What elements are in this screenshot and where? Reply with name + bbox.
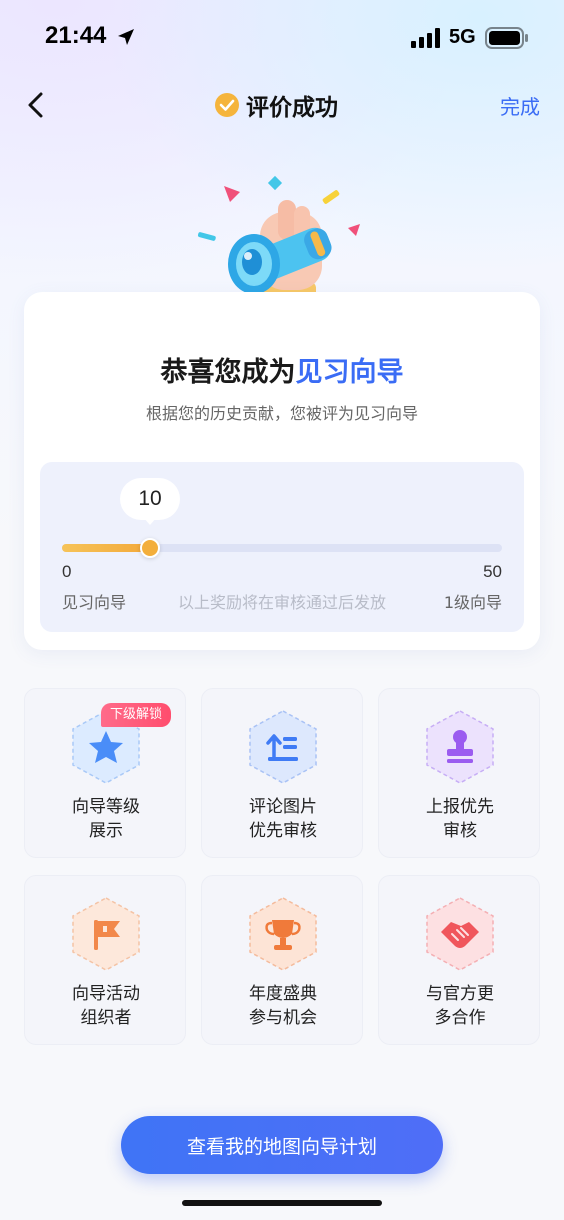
progress-panel: 10 0 50 见习向导 以上奖励将在审核通过后发放 1级向导 xyxy=(40,462,524,632)
result-card: 恭喜您成为见习向导 根据您的历史贡献，您被评为见习向导 10 0 50 见习向导… xyxy=(24,292,540,650)
headline: 恭喜您成为见习向导 xyxy=(24,350,540,389)
done-button[interactable]: 完成 xyxy=(500,91,540,120)
page-title: 评价成功 xyxy=(246,95,338,121)
view-guide-plan-button[interactable]: 查看我的地图向导计划 xyxy=(121,1116,443,1174)
privilege-tile-image-review[interactable]: 评论图片 优先审核 xyxy=(201,688,363,858)
headline-prefix: 恭喜您成为 xyxy=(160,357,296,388)
trophy-icon xyxy=(249,897,317,971)
min-value: 0 xyxy=(62,562,72,581)
headline-level: 见习向导 xyxy=(295,357,404,388)
progress-track xyxy=(62,538,502,558)
flag-icon xyxy=(72,897,140,971)
signal-icon xyxy=(411,28,440,48)
privilege-label: 上报优先 审核 xyxy=(426,797,494,841)
subline: 根据您的历史贡献，您被评为见习向导 xyxy=(145,404,418,423)
check-circle-icon xyxy=(215,93,239,117)
unlock-badge: 下级解锁 xyxy=(101,703,172,727)
priority-up-icon xyxy=(249,710,317,784)
home-indicator xyxy=(182,1200,382,1206)
privilege-label: 向导活动 组织者 xyxy=(72,984,140,1028)
privilege-label: 年度盛典 参与机会 xyxy=(249,984,317,1028)
back-arrow-icon[interactable] xyxy=(22,90,52,120)
privilege-tile-level-display[interactable]: 下级解锁 向导等级 展示 xyxy=(24,688,186,858)
max-value: 50 xyxy=(483,562,502,581)
location-arrow-icon xyxy=(118,29,134,45)
nav-bar: 评价成功 完成 xyxy=(0,80,564,130)
progress-fill xyxy=(62,544,150,552)
current-value-bubble: 10 xyxy=(120,478,180,520)
privilege-tile-report-review[interactable]: 上报优先 审核 xyxy=(378,688,540,858)
title-group: 评价成功 xyxy=(214,88,338,122)
handshake-icon xyxy=(426,897,494,971)
privilege-tile-activity-organizer[interactable]: 向导活动 组织者 xyxy=(24,875,186,1045)
privilege-tile-annual-gala[interactable]: 年度盛典 参与机会 xyxy=(201,875,363,1045)
progress-knob[interactable] xyxy=(140,538,160,558)
privilege-label: 与官方更 多合作 xyxy=(426,984,494,1028)
network-type: 5G xyxy=(449,26,476,48)
privilege-label: 评论图片 优先审核 xyxy=(249,797,317,841)
status-bar: 21:44 5G xyxy=(0,0,564,76)
status-time: 21:44 xyxy=(45,22,107,49)
bubble-pointer xyxy=(143,517,157,525)
stamp-icon xyxy=(426,710,494,784)
battery-icon xyxy=(485,27,528,49)
max-level-label: 1级向导 xyxy=(443,593,502,612)
privilege-label: 向导等级 展示 xyxy=(72,797,140,841)
privilege-tile-official-cooperation[interactable]: 与官方更 多合作 xyxy=(378,875,540,1045)
